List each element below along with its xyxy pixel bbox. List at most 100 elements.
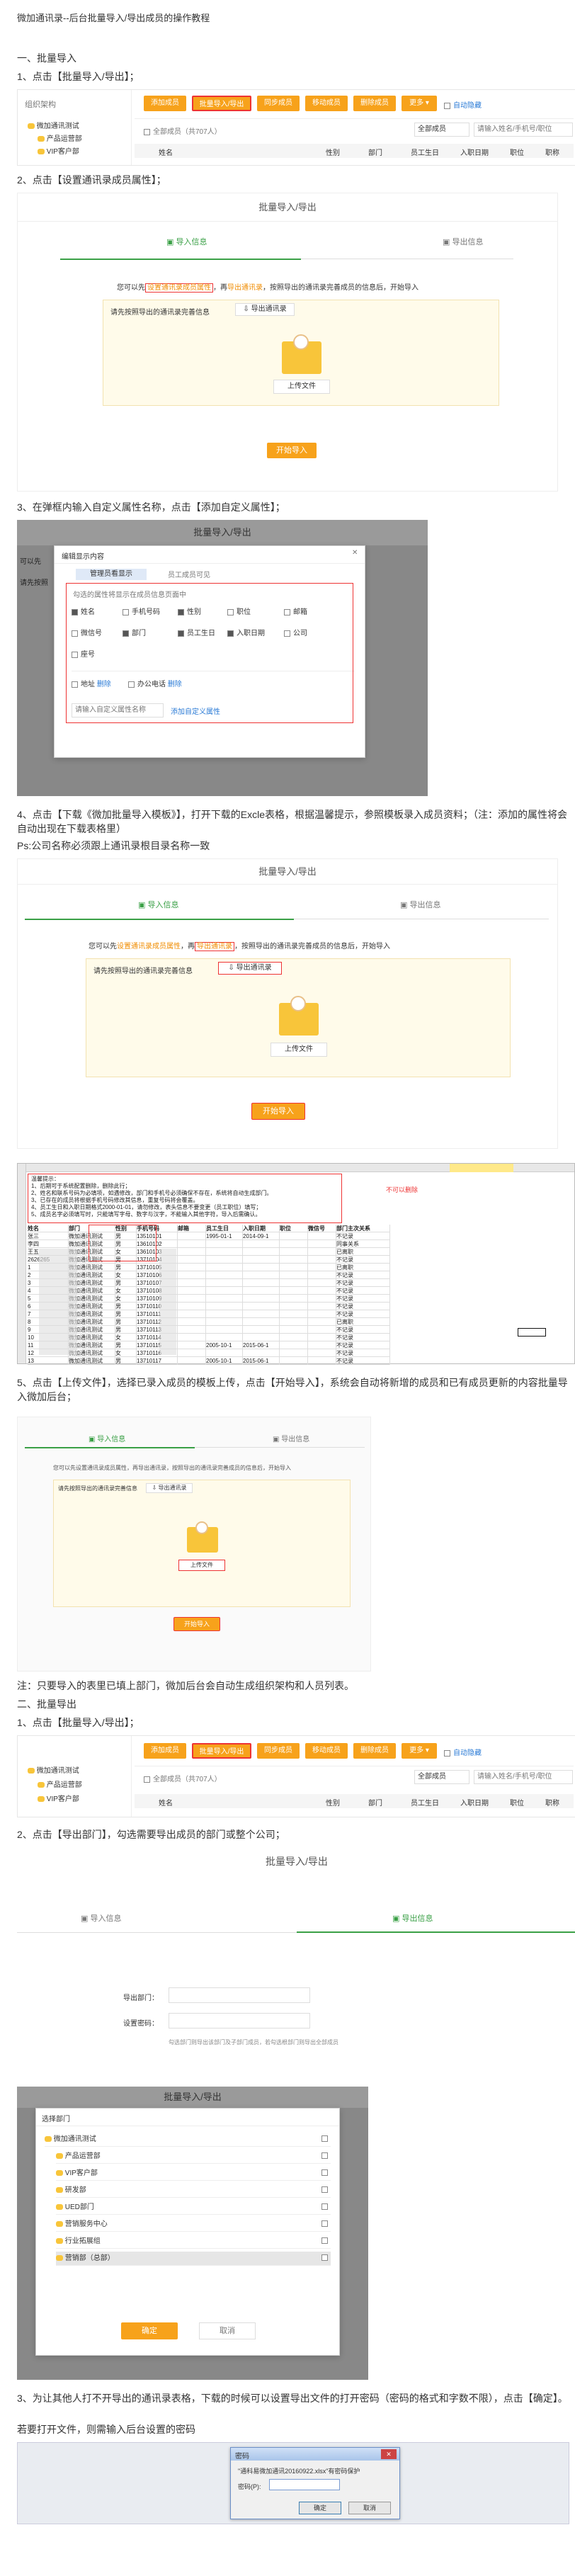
cancel-button[interactable]: 取消 xyxy=(199,2322,256,2339)
tab-export[interactable]: ▣ 导出信息 xyxy=(443,236,483,247)
excel-cell xyxy=(308,1279,336,1287)
tab-export[interactable]: ▣ 导出信息 xyxy=(392,1912,433,1924)
dept-item[interactable]: 研发部 xyxy=(56,2184,331,2198)
excel-cell xyxy=(206,1295,243,1303)
dept-item[interactable]: 行业拓展组 xyxy=(56,2235,331,2249)
export-password-field[interactable] xyxy=(169,2013,310,2029)
start-import-button[interactable]: 开始导入 xyxy=(251,1103,305,1120)
start-import-button[interactable]: 开始导入 xyxy=(267,443,317,458)
search-input[interactable]: 请输入姓名/手机号/职位 xyxy=(474,1770,573,1784)
excel-cell xyxy=(308,1256,336,1264)
admin-panel-2: 添加成员 批量导入/导出 同步成员 移动成员 删除成员 更多 ▾ 自动隐藏 全部… xyxy=(17,1735,575,1817)
excel-cell: 1995-01-1 xyxy=(206,1232,243,1240)
tab-import[interactable]: ▣ 导入信息 xyxy=(81,1912,121,1924)
export-contacts-link[interactable]: 导出通讯录 xyxy=(195,942,234,951)
dept-item[interactable]: 微加通讯测试 xyxy=(45,2133,331,2147)
password-input[interactable] xyxy=(269,2479,340,2490)
auto-hide-checkbox[interactable]: 自动隐藏 xyxy=(444,1747,482,1757)
excel-row: 12 微加通讯测试女 13710116 不记录 xyxy=(28,1349,509,1357)
tree-item[interactable]: 产品运营部 xyxy=(38,132,82,143)
close-icon[interactable]: ✕ xyxy=(381,2449,397,2459)
export-dialog-2: 批量导入/导出 选择部门 微加通讯测试 产品运营部 VIP客户部 研发部 UED… xyxy=(17,2087,368,2380)
excel-cell xyxy=(178,1248,206,1256)
dept-item[interactable]: UED部门 xyxy=(56,2201,331,2215)
dept-item[interactable]: VIP客户部 xyxy=(56,2167,331,2181)
batch-import-export-button[interactable]: 批量导入/导出 xyxy=(192,96,251,111)
tab-staff-visible[interactable]: 员工成员可见 xyxy=(168,569,210,579)
excel-cell xyxy=(206,1256,243,1264)
dept-item[interactable]: 产品运营部 xyxy=(56,2150,331,2164)
more-button[interactable]: 更多 ▾ xyxy=(402,1743,437,1759)
start-import-button[interactable]: 开始导入 xyxy=(173,1617,220,1631)
sync-member-button[interactable]: 同步成员 xyxy=(257,96,300,111)
excel-cell xyxy=(243,1310,280,1318)
move-member-button[interactable]: 移动成员 xyxy=(305,96,348,111)
tab-export[interactable]: ▣ 导出信息 xyxy=(273,1433,309,1443)
excel-row: 8 微加通讯测试男 13710112 已离职 xyxy=(28,1318,509,1326)
import-note: 注：只要导入的表里已填上部门，微加后台会自动生成组织架构和人员列表。 xyxy=(17,1680,354,1691)
excel-cell xyxy=(243,1279,280,1287)
excel-cell xyxy=(206,1240,243,1248)
ok-button[interactable]: 确定 xyxy=(299,2502,341,2514)
more-button[interactable]: 更多 ▾ xyxy=(402,96,437,111)
excel-cell xyxy=(308,1232,336,1240)
delete-member-button[interactable]: 删除成员 xyxy=(353,1743,396,1759)
tree-item[interactable]: 产品运营部 xyxy=(38,1778,82,1789)
tree-item[interactable]: VIP客户部 xyxy=(38,145,79,156)
export-contacts-button[interactable]: ⇩ 导出通讯录 xyxy=(146,1483,193,1493)
upload-file-button[interactable]: 上传文件 xyxy=(273,380,330,394)
add-member-button[interactable]: 添加成员 xyxy=(144,96,186,111)
close-icon[interactable]: ✕ xyxy=(352,549,358,557)
excel-cell xyxy=(206,1303,243,1310)
tree-root[interactable]: 微加通讯测试 xyxy=(28,1764,79,1775)
set-attributes-link[interactable]: 设置通讯录成员属性 xyxy=(145,283,213,293)
export-contacts-link[interactable]: 导出通讯录 xyxy=(227,284,263,292)
export-step-3: 3、为让其他人打不开导出的通讯录表格，下载的时候可以设置导出文件的打开密码（密码… xyxy=(17,2393,568,2404)
excel-cell xyxy=(280,1349,308,1357)
member-filter-select[interactable]: 全部成员 xyxy=(414,1770,469,1784)
import-step-5: 5、点击【上传文件】，选择已录入成员的模板上传，点击【开始导入】，系统会自动将新… xyxy=(17,1377,568,1402)
tab-import[interactable]: ▣ 导入信息 xyxy=(89,1433,125,1443)
export-department-field[interactable] xyxy=(169,1987,310,2003)
excel-cell xyxy=(308,1310,336,1318)
excel-cell: 男 xyxy=(115,1357,137,1365)
add-member-button[interactable]: 添加成员 xyxy=(144,1743,186,1759)
upload-file-button[interactable]: 上传文件 xyxy=(178,1560,225,1571)
excel-row: 3 微加通讯测试男 13710107 不记录 xyxy=(28,1279,509,1287)
excel-cell xyxy=(280,1287,308,1295)
export-contacts-button[interactable]: ⇩ 导出通讯录 xyxy=(235,303,295,316)
excel-cell xyxy=(206,1271,243,1279)
batch-import-export-button[interactable]: 批量导入/导出 xyxy=(192,1743,251,1759)
dept-item[interactable]: 营销部（总部） xyxy=(56,2252,331,2266)
tab-admin-visible[interactable]: 管理员看显示 xyxy=(76,569,147,580)
excel-cell: 男 xyxy=(115,1341,137,1349)
tab-import[interactable]: ▣ 导入信息 xyxy=(166,236,207,247)
auto-hide-checkbox[interactable]: 自动隐藏 xyxy=(444,99,482,110)
sync-member-button[interactable]: 同步成员 xyxy=(257,1743,300,1759)
tab-export[interactable]: ▣ 导出信息 xyxy=(400,899,440,910)
export-step-1: 1、点击【批量导入/导出】； xyxy=(17,1717,140,1728)
excel-cell xyxy=(280,1326,308,1334)
excel-cell xyxy=(206,1326,243,1334)
cancel-button[interactable]: 取消 xyxy=(348,2502,391,2514)
move-member-button[interactable]: 移动成员 xyxy=(305,1743,348,1759)
member-filter-select[interactable]: 全部成员 xyxy=(414,123,469,137)
upload-file-button[interactable]: 上传文件 xyxy=(271,1043,327,1057)
excel-tip-label: 不可以删除 xyxy=(386,1186,419,1193)
import-step-3: 3、在弹框内输入自定义属性名称，点击【添加自定义属性】； xyxy=(17,501,285,513)
section-export-heading: 二、批量导出 xyxy=(17,1698,76,1710)
tree-root[interactable]: 微加通讯测试 xyxy=(28,120,79,130)
dept-item[interactable]: 营销服务中心 xyxy=(56,2218,331,2232)
excel-template-screenshot: 温馨提示： 1、后期可于系统配置删除，删除此行； 2、姓名和联系号码为必填项，如… xyxy=(17,1163,575,1365)
excel-cell xyxy=(280,1232,308,1240)
confirm-button[interactable]: 确定 xyxy=(121,2322,178,2339)
search-input[interactable]: 请输入姓名/手机号/职位 xyxy=(474,123,573,137)
excel-cell xyxy=(178,1341,206,1349)
delete-member-button[interactable]: 删除成员 xyxy=(353,96,396,111)
tree-item[interactable]: VIP客户部 xyxy=(38,1793,79,1803)
tab-import[interactable]: ▣ 导入信息 xyxy=(138,899,178,910)
org-label: 组织架构 xyxy=(25,101,56,109)
export-contacts-button[interactable]: ⇩ 导出通讯录 xyxy=(218,962,282,975)
excel-cell xyxy=(243,1256,280,1264)
toolbar: 添加成员 批量导入/导出 同步成员 移动成员 删除成员 更多 ▾ 自动隐藏 xyxy=(144,1743,482,1759)
